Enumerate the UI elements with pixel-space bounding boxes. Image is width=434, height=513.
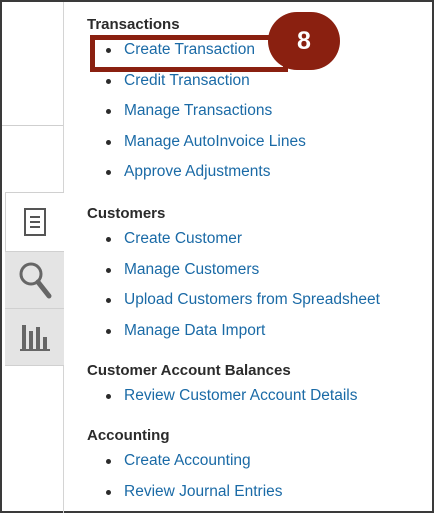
task-link-manage-autoinvoice-lines[interactable]: Manage AutoInvoice Lines [124,133,306,151]
screenshot-frame: Transactions Create Transaction Credit Tra… [0,0,434,513]
search-icon [19,262,51,299]
bullet [106,78,111,84]
bullet [106,328,111,334]
tab-reports[interactable] [5,309,64,366]
task-link-create-accounting[interactable]: Create Accounting [124,452,251,470]
callout-highlight-box [90,35,288,72]
bullet [106,237,111,242]
step-number: 8 [297,26,311,55]
bullet [106,394,111,399]
bullet [106,139,111,145]
bullet [106,109,111,114]
task-link-manage-transactions[interactable]: Manage Transactions [124,102,272,120]
task-link-create-customer[interactable]: Create Customer [124,230,242,248]
section-title-accounting: Accounting [87,427,170,444]
panel-tab-strip [5,192,64,366]
bullet [106,489,111,495]
task-link-manage-data-import[interactable]: Manage Data Import [124,322,265,340]
task-link-approve-adjustments[interactable]: Approve Adjustments [124,163,270,181]
bullet [106,298,111,303]
left-pane-divider [2,125,63,126]
task-link-review-journal-entries[interactable]: Review Journal Entries [124,483,283,501]
bullet [106,459,111,464]
section-title-transactions: Transactions [87,16,180,33]
tab-tasks[interactable] [5,192,64,252]
task-link-credit-transaction[interactable]: Credit Transaction [124,72,250,90]
step-number-badge: 8 [268,12,340,70]
reports-chart-icon [19,325,50,351]
bullet [106,267,111,273]
task-link-review-customer-account-details[interactable]: Review Customer Account Details [124,387,357,405]
section-title-customers: Customers [87,205,166,222]
task-link-upload-customers-from-spreadsheet[interactable]: Upload Customers from Spreadsheet [124,291,380,309]
tab-search[interactable] [5,252,64,309]
section-title-customer-account-balances: Customer Account Balances [87,362,291,379]
task-link-manage-customers[interactable]: Manage Customers [124,261,259,279]
bullet [106,170,111,175]
task-list-icon [24,208,46,236]
